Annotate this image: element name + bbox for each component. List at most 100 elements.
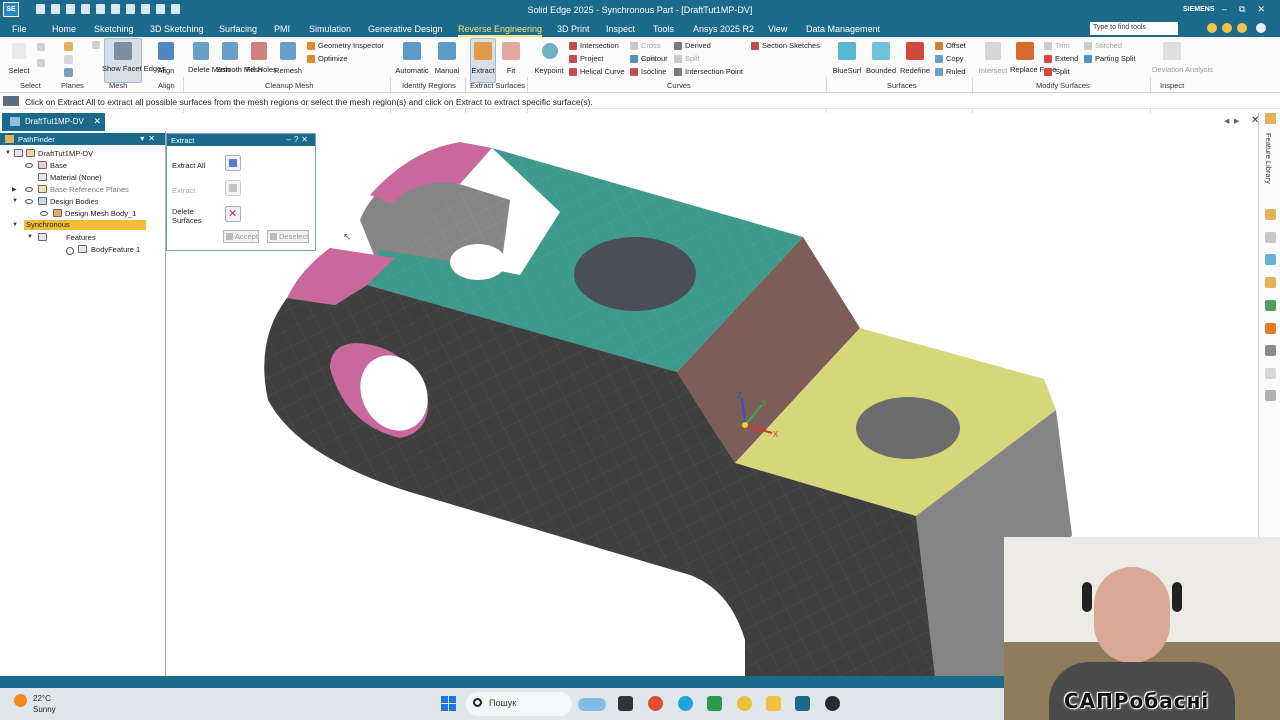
- tree-material[interactable]: Material (None): [50, 173, 102, 182]
- isocline-button[interactable]: Isocline: [630, 67, 666, 76]
- help-icon[interactable]: [1256, 23, 1266, 33]
- extract-button[interactable]: Extract: [470, 66, 496, 75]
- plane-dropdown-icon[interactable]: [64, 55, 73, 64]
- derived-button[interactable]: Derived: [674, 41, 711, 50]
- extract-panel-controls[interactable]: –?✕: [286, 135, 311, 144]
- copy-surface-button[interactable]: Copy: [935, 54, 964, 63]
- smooth-mesh-button[interactable]: Smooth Mesh: [216, 66, 262, 74]
- sidebar-tool-icon[interactable]: [1265, 232, 1276, 243]
- fit-button[interactable]: Fit: [498, 66, 524, 75]
- manual-button[interactable]: Manual: [431, 66, 463, 75]
- smile-feedback-icon[interactable]: [1207, 23, 1217, 33]
- sidebar-tool-icon[interactable]: [1265, 209, 1276, 220]
- keypoint-button[interactable]: Keypoint: [531, 66, 567, 75]
- menu-generative-design[interactable]: Generative Design: [368, 24, 443, 34]
- sidebar-tool-icon[interactable]: [1265, 323, 1276, 334]
- trim-button[interactable]: Trim: [1044, 41, 1070, 50]
- delete-surfaces-button[interactable]: ✕: [225, 206, 241, 222]
- geometry-inspector-button[interactable]: Geometry Inspector: [307, 41, 384, 50]
- taskbar-search[interactable]: Пошук: [466, 692, 572, 716]
- expand-bodies-icon[interactable]: ▼: [12, 198, 18, 204]
- tree-base-reference-planes[interactable]: Base Reference Planes: [50, 185, 129, 194]
- tree-design-mesh-body[interactable]: Design Mesh Body_1: [65, 209, 136, 218]
- intersection-button[interactable]: Intersection: [569, 41, 619, 50]
- menu-pmi[interactable]: PMI: [274, 24, 290, 34]
- expand-synchronous-icon[interactable]: ▼: [12, 222, 18, 228]
- fill-holes-button[interactable]: Fill Holes: [246, 66, 277, 74]
- minimize-button[interactable]: –: [1222, 4, 1227, 15]
- close-tab-icon[interactable]: ✕: [93, 116, 101, 127]
- file-explorer-icon[interactable]: [766, 696, 781, 711]
- visibility-eye-icon[interactable]: [25, 187, 33, 192]
- document-tab[interactable]: DraftTut1MP-DV ✕: [2, 113, 105, 131]
- plane-icon[interactable]: [64, 42, 73, 51]
- menu-tools[interactable]: Tools: [653, 24, 674, 34]
- solid-edge-taskbar-icon[interactable]: [795, 696, 810, 711]
- menu-simulation[interactable]: Simulation: [309, 24, 351, 34]
- menu-surfacing[interactable]: Surfacing: [219, 24, 257, 34]
- tree-body-feature[interactable]: BodyFeature 1: [91, 245, 140, 254]
- app-icon[interactable]: [825, 696, 840, 711]
- tree-root[interactable]: DraftTut1MP-DV: [38, 149, 93, 158]
- expand-features-icon[interactable]: ▼: [27, 234, 33, 240]
- menu-inspect[interactable]: Inspect: [606, 24, 635, 34]
- split-face-button[interactable]: Split: [1044, 67, 1070, 76]
- intersection-point-button[interactable]: Intersection Point: [674, 67, 743, 76]
- optimize-button[interactable]: Optimize: [307, 54, 348, 63]
- sidebar-layers-icon[interactable]: [1265, 345, 1276, 356]
- align-button[interactable]: Align: [151, 66, 181, 75]
- helical-curve-button[interactable]: Helical Curve: [569, 67, 625, 76]
- restore-button[interactable]: ⧉: [1239, 4, 1245, 15]
- tab-scroll-left-icon[interactable]: ◀: [1224, 117, 1229, 125]
- chrome-icon[interactable]: [737, 696, 752, 711]
- triad-origin[interactable]: [742, 422, 748, 428]
- expand-root-icon[interactable]: ▼: [5, 150, 11, 156]
- remesh-button[interactable]: Remesh: [274, 66, 302, 75]
- deviation-analysis-button[interactable]: Deviation Analysis: [1152, 66, 1213, 74]
- accept-button[interactable]: Accept: [223, 230, 259, 243]
- visibility-eye-icon[interactable]: [40, 211, 48, 216]
- sidebar-tool-icon[interactable]: [1265, 300, 1276, 311]
- menu-sketching[interactable]: Sketching: [94, 24, 134, 34]
- neutral-feedback-icon[interactable]: [1222, 23, 1232, 33]
- extract-all-button[interactable]: [225, 155, 241, 171]
- sidebar-tool-icon[interactable]: [1265, 277, 1276, 288]
- start-button[interactable]: [441, 696, 456, 711]
- bounded-button[interactable]: Bounded: [864, 66, 898, 75]
- menu-3d-print[interactable]: 3D Print: [557, 24, 590, 34]
- extend-button[interactable]: Extend: [1044, 54, 1078, 63]
- close-window-button[interactable]: ✕: [1257, 4, 1265, 15]
- menu-file[interactable]: File: [12, 24, 27, 34]
- section-sketches-button[interactable]: Section Sketches: [751, 41, 820, 50]
- menu-view[interactable]: View: [768, 24, 787, 34]
- visibility-eye-icon[interactable]: [25, 199, 33, 204]
- sidebar-tool-icon[interactable]: [1265, 390, 1276, 401]
- delete-mesh-button[interactable]: Delete Mesh: [188, 66, 230, 74]
- edge-icon[interactable]: [678, 696, 693, 711]
- bluesurf-button[interactable]: BlueSurf: [830, 66, 864, 75]
- deselect-button[interactable]: Deselect: [267, 230, 310, 243]
- contour-button[interactable]: Contour: [630, 54, 668, 63]
- frown-feedback-icon[interactable]: [1237, 23, 1247, 33]
- select-button[interactable]: Select: [4, 66, 34, 75]
- mesh-option-icon[interactable]: [92, 41, 100, 49]
- command-search-input[interactable]: Type to find tools: [1090, 22, 1178, 35]
- tree-base[interactable]: Base: [50, 161, 67, 170]
- excel-icon[interactable]: [707, 696, 722, 711]
- cross-button[interactable]: Cross: [630, 41, 661, 50]
- select-filter-icon[interactable]: [37, 59, 45, 67]
- redefine-button[interactable]: Redefine: [898, 66, 932, 75]
- tab-scroll-right-icon[interactable]: ▶: [1234, 117, 1239, 125]
- task-view-icon[interactable]: [618, 696, 633, 711]
- firefox-icon[interactable]: [648, 696, 663, 711]
- menu-data-management[interactable]: Data Management: [806, 24, 880, 34]
- offset-button[interactable]: Offset: [935, 41, 966, 50]
- ruled-button[interactable]: Ruled: [935, 67, 966, 76]
- expand-planes-icon[interactable]: ▶: [12, 186, 17, 193]
- extract-selected-button[interactable]: [225, 180, 241, 196]
- stitched-button[interactable]: Stitched: [1084, 41, 1122, 50]
- menu-ansys[interactable]: Ansys 2025 R2: [693, 24, 754, 34]
- sidebar-tool-icon[interactable]: [1265, 368, 1276, 379]
- pathfinder-controls[interactable]: ▾✕: [140, 134, 159, 143]
- tree-synchronous[interactable]: Synchronous: [24, 220, 146, 230]
